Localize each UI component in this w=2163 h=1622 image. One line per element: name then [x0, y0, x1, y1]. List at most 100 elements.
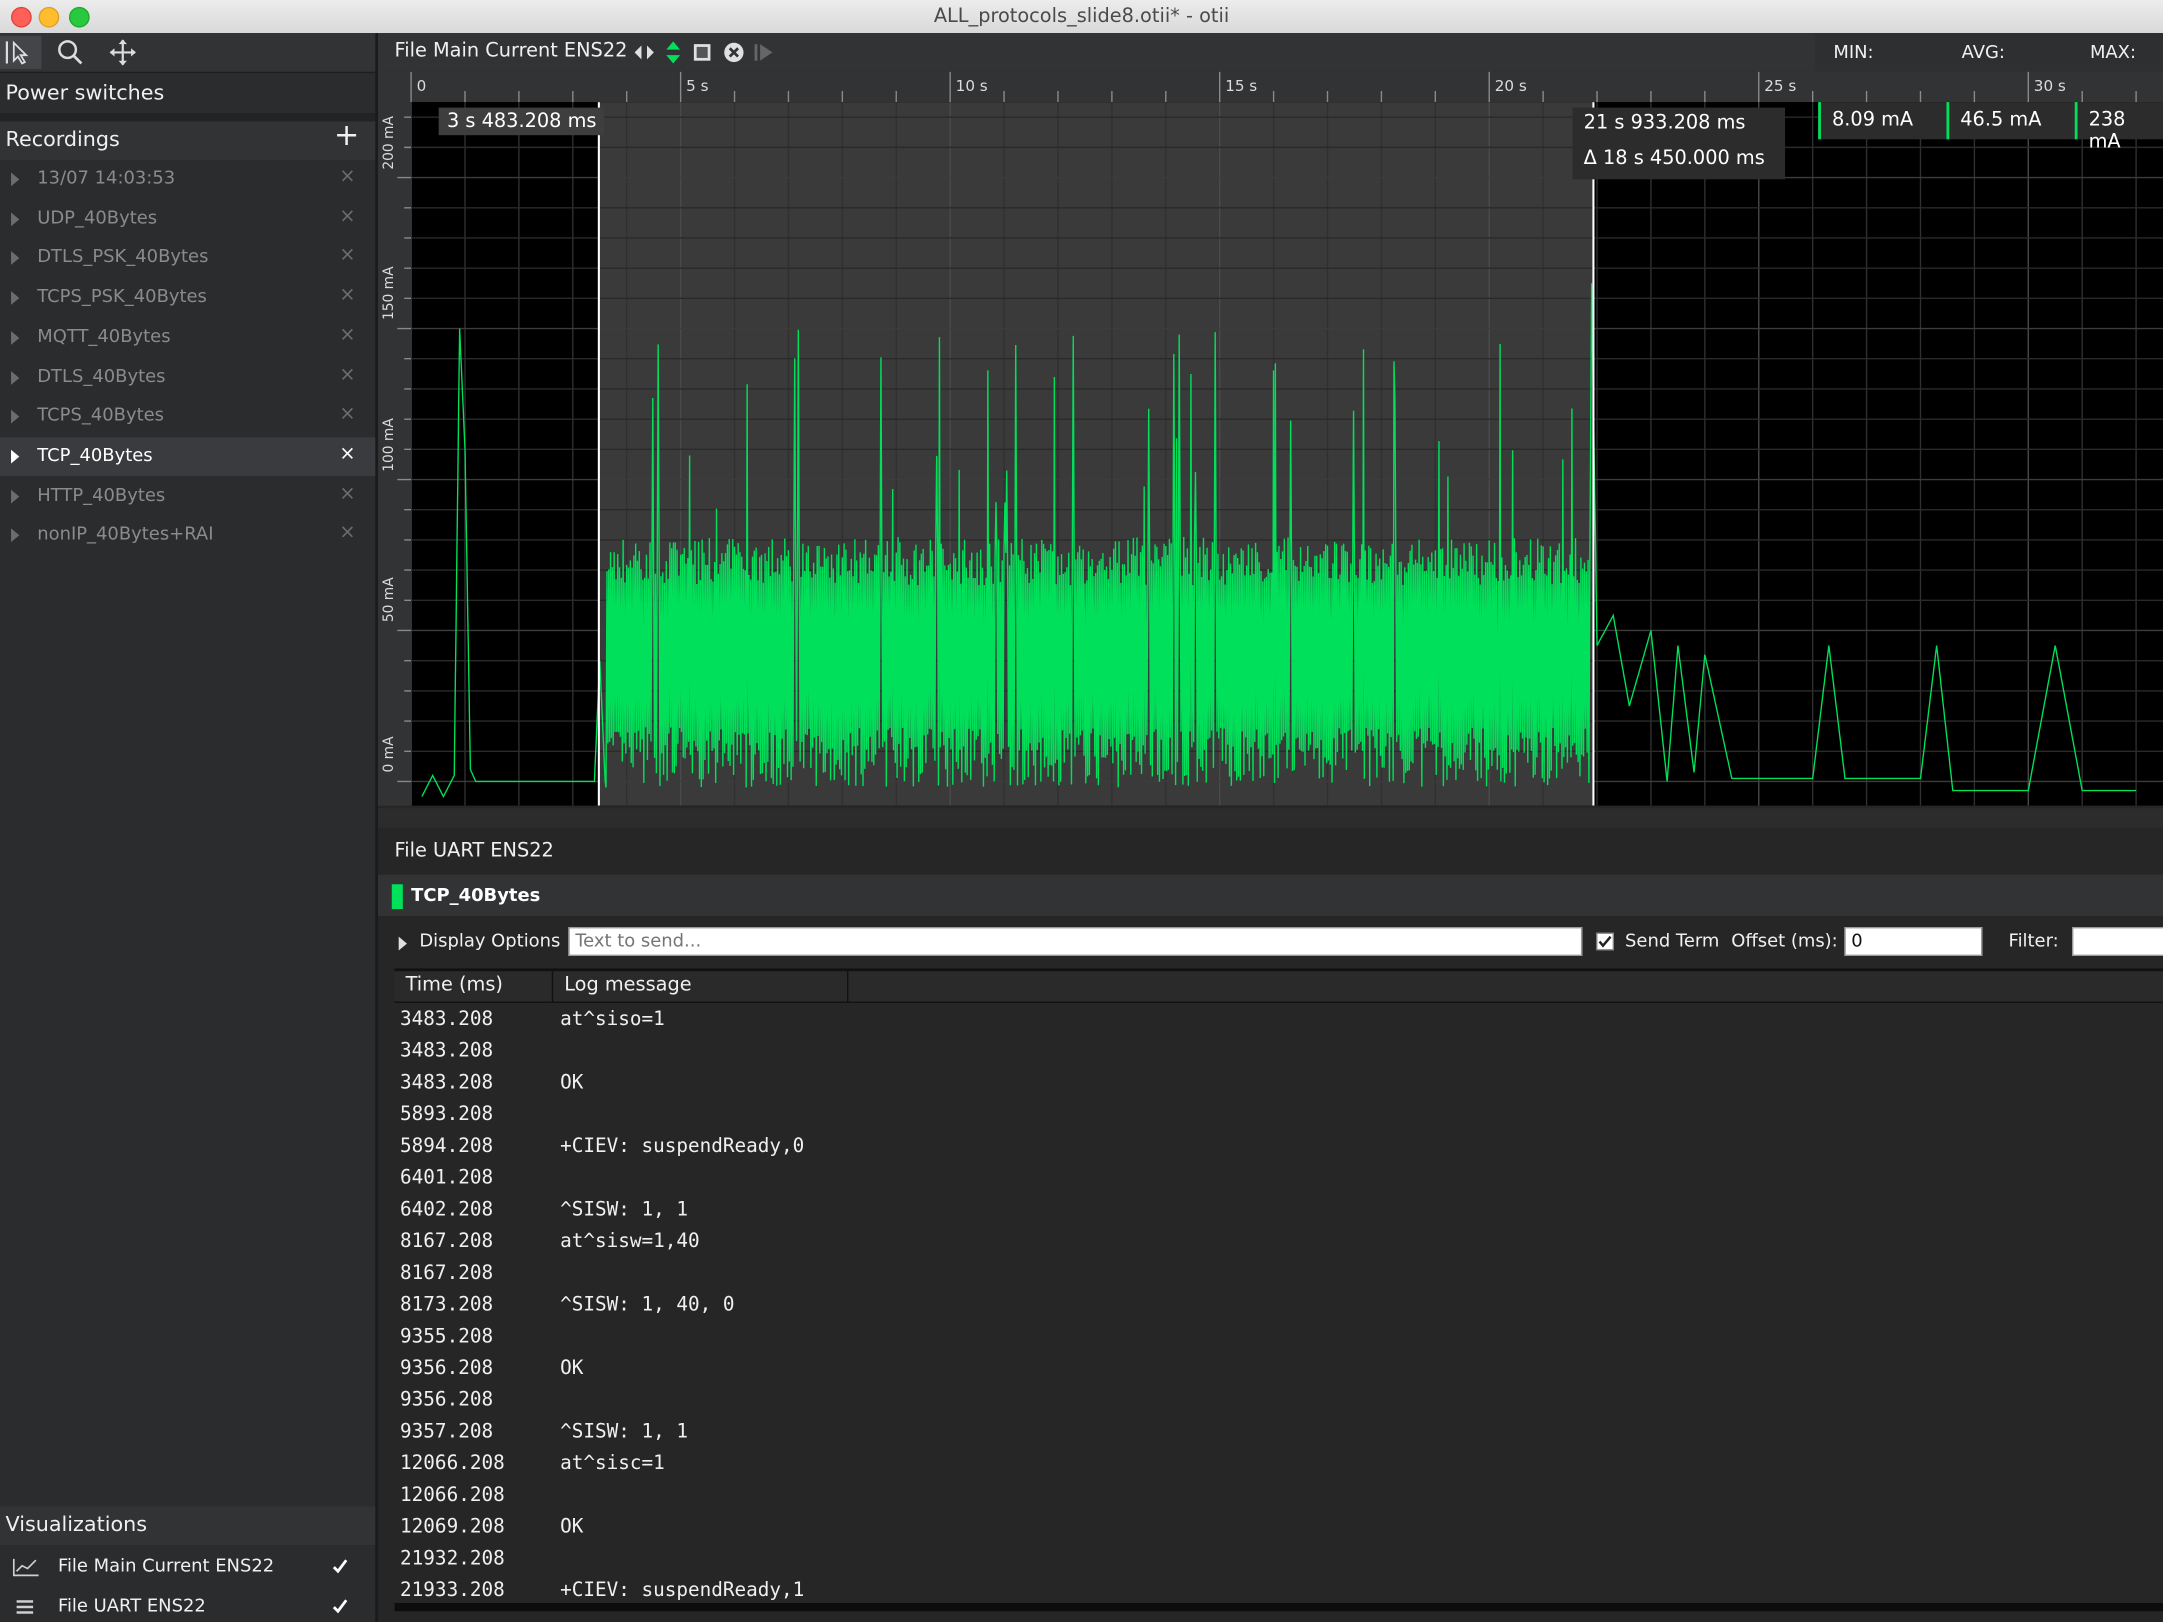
expand-arrow-icon[interactable]: [11, 489, 20, 503]
x-tick-label: 15 s: [1225, 77, 1257, 95]
table-row[interactable]: 21932.208: [395, 1544, 2163, 1576]
current-plot[interactable]: 3 s 483.208 ms 21 s 933.208 ms Δ 18 s 45…: [410, 102, 2163, 806]
graph-title: File Main Current ENS22: [394, 40, 628, 63]
column-header-message[interactable]: Log message: [564, 974, 691, 996]
uart-options-row: Display Options Send Term Offset (ms): F…: [378, 924, 2163, 963]
recording-item[interactable]: 13/07 14:03:53 ×: [0, 160, 375, 199]
column-divider[interactable]: [847, 971, 849, 1002]
recording-item[interactable]: HTTP_40Bytes ×: [0, 477, 375, 516]
table-row[interactable]: 12069.208 OK: [395, 1512, 2163, 1544]
min-value: 8.09 mA: [1831, 108, 1914, 132]
table-row[interactable]: 8167.208: [395, 1258, 2163, 1290]
table-row[interactable]: 5893.208: [395, 1099, 2163, 1131]
remove-recording-icon[interactable]: ×: [339, 403, 355, 425]
remove-recording-icon[interactable]: ×: [339, 205, 355, 227]
recording-label: MQTT_40Bytes: [37, 326, 171, 348]
graph-header: File Main Current ENS22 MIN: AVG: MAX:: [377, 33, 2163, 72]
recording-item[interactable]: MQTT_40Bytes ×: [0, 318, 375, 357]
visualization-checkbox-current[interactable]: [331, 1557, 349, 1575]
table-row[interactable]: 6401.208: [395, 1163, 2163, 1195]
current-trace-chart[interactable]: [410, 102, 2163, 806]
remove-recording-icon[interactable]: ×: [339, 284, 355, 306]
expand-arrow-icon[interactable]: [11, 330, 20, 345]
display-options-toggle[interactable]: Display Options: [419, 931, 560, 952]
expand-arrow-icon[interactable]: [11, 449, 20, 464]
column-header-time[interactable]: Time (ms): [406, 974, 503, 996]
remove-recording-icon[interactable]: ×: [339, 482, 355, 504]
fit-vertical-icon[interactable]: [665, 40, 682, 65]
remove-recording-icon[interactable]: ×: [339, 324, 355, 346]
row-time: 3483.208: [400, 1071, 494, 1094]
title-bar: ALL_protocols_slide8.otii* - otii: [0, 0, 2163, 35]
expand-arrow-icon[interactable]: [398, 936, 407, 951]
visualization-item-current[interactable]: File Main Current ENS22: [0, 1548, 375, 1587]
remove-recording-icon[interactable]: ×: [339, 363, 355, 385]
recording-label: TCPS_PSK_40Bytes: [37, 287, 207, 308]
row-message: ^SISW: 1, 1: [560, 1198, 688, 1221]
channel-name: TCP_40Bytes: [411, 885, 541, 907]
uart-title: File UART ENS22: [394, 840, 554, 863]
table-row[interactable]: 8167.208 at^sisw=1,40: [395, 1226, 2163, 1258]
horizontal-scrollbar[interactable]: [394, 1602, 2163, 1612]
add-recording-button[interactable]: +: [334, 119, 359, 153]
visualization-item-uart[interactable]: File UART ENS22: [0, 1588, 375, 1622]
table-row[interactable]: 3483.208 OK: [395, 1068, 2163, 1100]
expand-arrow-icon[interactable]: [11, 172, 20, 187]
table-row[interactable]: 6402.208 ^SISW: 1, 1: [395, 1195, 2163, 1227]
selection-delta-label: Δ 18 s 450.000 ms: [1583, 147, 1765, 170]
table-row[interactable]: 12066.208: [395, 1480, 2163, 1512]
row-message: +CIEV: suspendReady,1: [560, 1579, 805, 1602]
expand-arrow-icon[interactable]: [11, 291, 20, 305]
x-tick-label: 0: [417, 77, 427, 95]
recording-item[interactable]: TCPS_40Bytes ×: [0, 398, 375, 437]
power-switches-header[interactable]: Power switches: [0, 74, 375, 113]
remove-recording-icon[interactable]: ×: [339, 245, 355, 267]
x-axis: 0 5 s 10 s 15 s 20 s 25 s 30 s: [377, 71, 2163, 103]
remove-recording-icon[interactable]: ×: [339, 443, 355, 465]
recording-item[interactable]: TCPS_PSK_40Bytes ×: [0, 279, 375, 318]
column-divider[interactable]: [551, 971, 554, 1002]
send-term-checkbox[interactable]: [1596, 932, 1615, 951]
remove-recording-icon[interactable]: ×: [339, 166, 355, 188]
recording-item[interactable]: DTLS_40Bytes ×: [0, 358, 375, 397]
table-row[interactable]: 3483.208: [395, 1036, 2163, 1068]
expand-arrow-icon[interactable]: [11, 370, 20, 385]
row-time: 5894.208: [400, 1135, 494, 1158]
table-row[interactable]: 9357.208 ^SISW: 1, 1: [395, 1417, 2163, 1449]
expand-arrow-icon[interactable]: [11, 528, 20, 543]
clear-icon[interactable]: [723, 41, 745, 63]
offset-input[interactable]: [1844, 927, 1983, 956]
table-row[interactable]: 12066.208 at^sisc=1: [395, 1448, 2163, 1480]
table-row[interactable]: 9355.208: [395, 1322, 2163, 1354]
recording-item[interactable]: DTLS_PSK_40Bytes ×: [0, 239, 375, 278]
table-row[interactable]: 9356.208: [395, 1385, 2163, 1417]
row-time: 21933.208: [400, 1579, 505, 1602]
expand-arrow-icon[interactable]: [11, 212, 20, 226]
pan-tool-button[interactable]: [102, 36, 143, 69]
max-label: MAX:: [2089, 42, 2137, 64]
selection-end-box: 21 s 933.208 ms Δ 18 s 450.000 ms: [1572, 107, 1786, 180]
table-row[interactable]: 5894.208 +CIEV: suspendReady,0: [395, 1131, 2163, 1163]
fit-horizontal-icon[interactable]: [634, 44, 654, 61]
remove-recording-icon[interactable]: ×: [339, 522, 355, 544]
recording-item[interactable]: nonIP_40Bytes+RAI ×: [0, 516, 375, 555]
select-tool-button[interactable]: [0, 35, 42, 69]
row-time: 3483.208: [400, 1008, 494, 1031]
uart-log-table[interactable]: Time (ms) Log message 3483.208 at^siso=1 3…: [394, 968, 2163, 1617]
visualization-checkbox-uart[interactable]: [331, 1597, 349, 1615]
text-to-send-input[interactable]: [568, 927, 1583, 956]
zoom-tool-button[interactable]: [50, 36, 91, 69]
splitter[interactable]: [377, 808, 2163, 828]
recording-label: UDP_40Bytes: [37, 207, 158, 229]
row-message: OK: [560, 1516, 584, 1539]
recording-item[interactable]: UDP_40Bytes ×: [0, 200, 375, 239]
skip-icon[interactable]: [753, 43, 775, 62]
expand-arrow-icon[interactable]: [11, 409, 20, 424]
table-row[interactable]: 3483.208 at^siso=1: [395, 1004, 2163, 1036]
stop-icon[interactable]: [693, 43, 712, 62]
recording-item[interactable]: TCP_40Bytes ×: [0, 437, 376, 476]
filter-input[interactable]: [2072, 927, 2163, 956]
table-row[interactable]: 9356.208 OK: [395, 1353, 2163, 1385]
table-row[interactable]: 8173.208 ^SISW: 1, 40, 0: [395, 1290, 2163, 1322]
expand-arrow-icon[interactable]: [11, 251, 20, 266]
